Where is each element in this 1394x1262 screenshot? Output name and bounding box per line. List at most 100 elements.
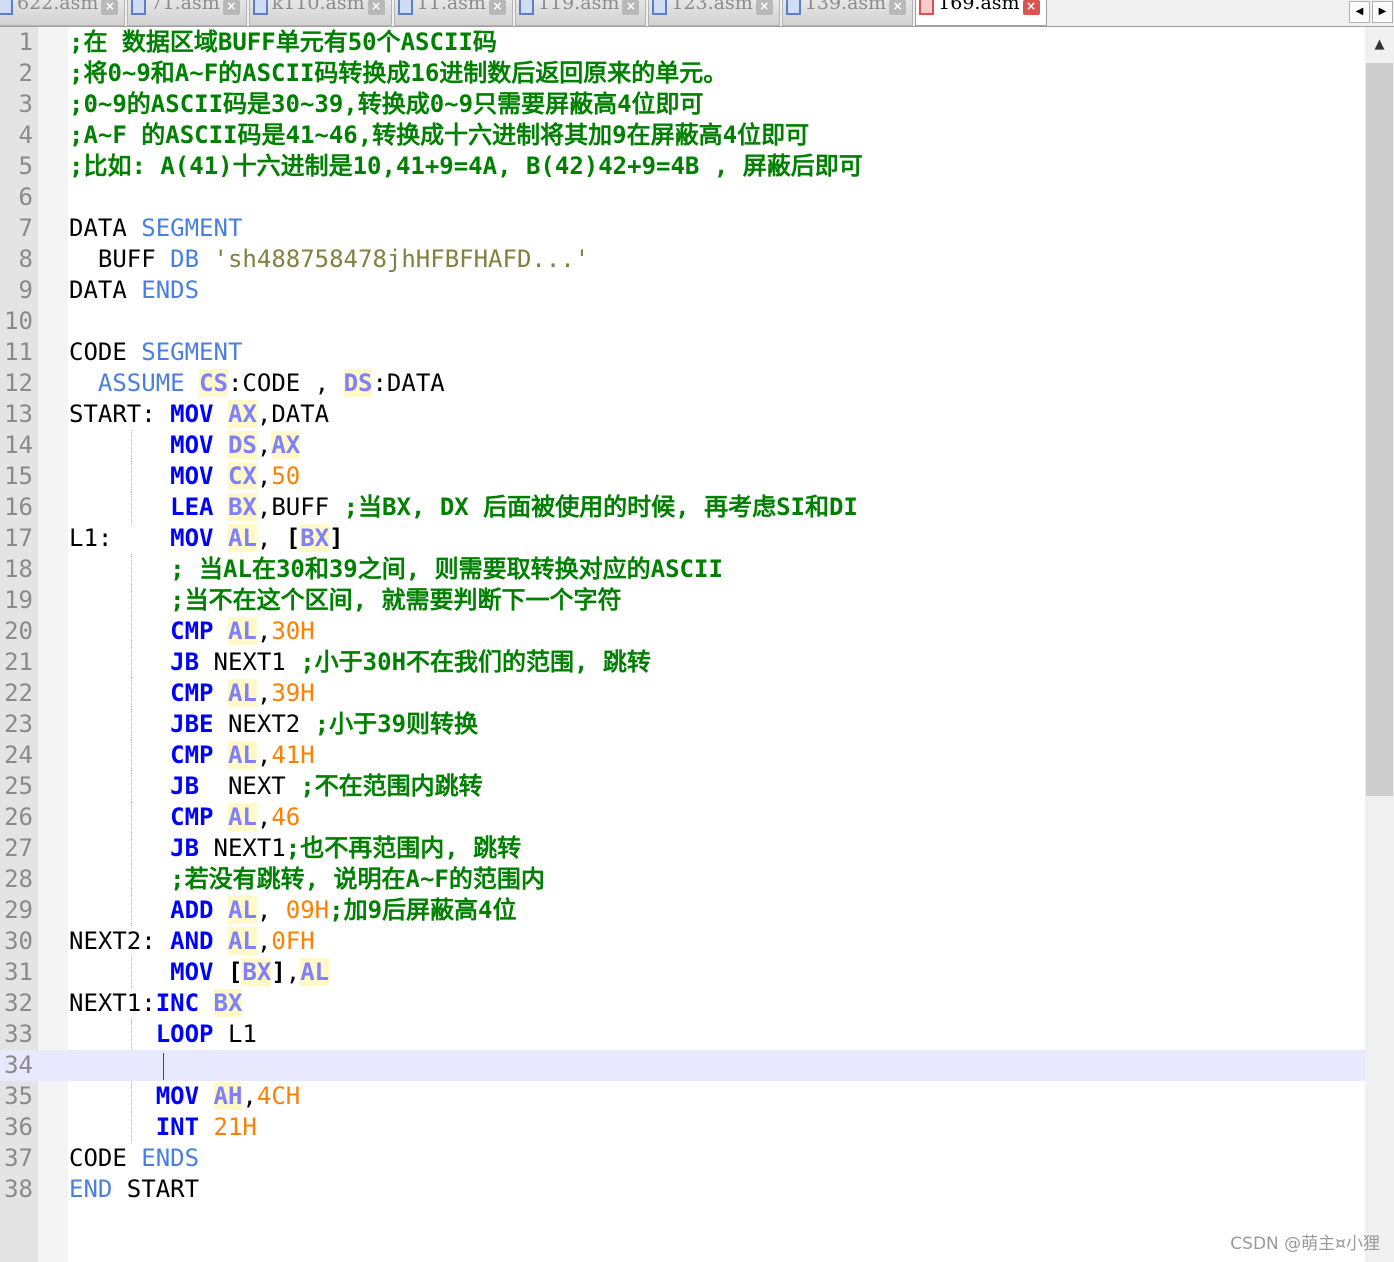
tab-4[interactable]: 119.asm × [514,0,647,26]
token: , [285,958,301,986]
tab-label: 123.asm [671,0,753,14]
token: , [256,617,272,645]
indent-guide [131,430,132,461]
line-text: ;将0~9和A~F的ASCII码转换成16进制数后返回原来的单元。 [69,58,727,89]
close-icon[interactable]: × [488,0,506,15]
scroll-up-arrow-icon[interactable]: ▲ [1365,27,1394,63]
token: ;不在范围内跳转 [300,772,483,800]
code-line[interactable]: 33 LOOP L1 [0,1019,1365,1050]
tab-scroll-left-button[interactable]: ◀ [1349,1,1370,23]
code-line[interactable]: 12 ASSUME CS:CODE , DS:DATA [0,368,1365,399]
tab-7[interactable]: 169.asm × [915,0,1047,26]
vertical-scrollbar[interactable]: ▲ [1365,27,1394,1262]
line-text: END START [69,1174,199,1205]
line-text: CMP AL,39H [69,678,315,709]
indent-guide [131,740,132,771]
code-line[interactable]: 16 LEA BX,BUFF ;当BX, DX 后面被使用的时候, 再考虑SI和… [0,492,1365,523]
line-number: 5 [18,152,33,180]
token: ;当不在这个区间, 就需要判断下一个字符 [170,586,622,614]
tab-3[interactable]: 11.asm × [393,0,513,26]
tab-5[interactable]: 123.asm × [648,0,780,26]
code-line[interactable]: 10 [0,306,1365,337]
code-line[interactable]: 11 CODE SEGMENT [0,337,1365,368]
close-icon[interactable]: × [1022,0,1040,15]
line-text: MOV CX,50 [69,461,300,492]
token: DS [227,431,257,459]
code-line[interactable]: 14 MOV DS,AX [0,430,1365,461]
tab-1[interactable]: 71.asm × [127,0,247,26]
tab-2[interactable]: k110.asm × [248,0,392,26]
indent-guide [131,647,132,678]
code-line[interactable]: 7 DATA SEGMENT [0,213,1365,244]
token: NEXT [199,772,301,800]
code-line[interactable]: 26 CMP AL,46 [0,802,1365,833]
code-line[interactable]: 29 ADD AL, 09H;加9后屏蔽高4位 [0,895,1365,926]
close-icon[interactable]: × [367,0,385,15]
tab-scroll-buttons: ◀ ▶ [1348,0,1394,24]
close-icon[interactable]: × [101,0,119,15]
tab-0[interactable]: 622.asm × [0,0,126,26]
token: CX [227,462,257,490]
code-line[interactable]: 30 NEXT2: AND AL,0FH [0,926,1365,957]
code-line[interactable]: 23 JBE NEXT2 ;小于39则转换 [0,709,1365,740]
code-line[interactable]: 34 [0,1050,1365,1081]
code-line[interactable]: 22 CMP AL,39H [0,678,1365,709]
code-line[interactable]: 37 CODE ENDS [0,1143,1365,1174]
code-line[interactable]: 13 START: MOV AX,DATA [0,399,1365,430]
close-icon[interactable]: × [222,0,240,15]
line-text: ; 当AL在30和39之间, 则需要取转换对应的ASCII [69,554,723,585]
token: 'sh488758478jhHFBFHAFD...' [213,245,590,273]
token: SEGMENT [141,214,243,242]
code-line[interactable]: 2 ;将0~9和A~F的ASCII码转换成16进制数后返回原来的单元。 [0,58,1365,89]
line-number: 15 [4,462,33,490]
code-line[interactable]: 32 NEXT1:INC BX [0,988,1365,1019]
code-line[interactable]: 6 [0,182,1365,213]
code-line[interactable]: 5 ;比如: A(41)十六进制是10,41+9=4A, B(42)42+9=4B… [0,151,1365,182]
code-line[interactable]: 1 ;在 数据区域BUFF单元有50个ASCII码 [0,27,1365,58]
code-line[interactable]: 25 JB NEXT ;不在范围内跳转 [0,771,1365,802]
token: ;比如: A(41)十六进制是10,41+9=4A, B(42)42+9=4B … [69,152,863,180]
token: ] [329,524,344,552]
code-line[interactable]: 28 ;若没有跳转, 说明在A~F的范围内 [0,864,1365,895]
code-line[interactable]: 27 JB NEXT1;也不再范围内, 跳转 [0,833,1365,864]
token: AL [227,679,257,707]
code-line[interactable]: 15 MOV CX,50 [0,461,1365,492]
code-line[interactable]: 35 MOV AH,4CH [0,1081,1365,1112]
code-line[interactable]: 8 BUFF DB 'sh488758478jhHFBFHAFD...' [0,244,1365,275]
code-line[interactable]: 3 ;0~9的ASCII码是30~39,转换成0~9只需要屏蔽高4位即可 [0,89,1365,120]
close-icon[interactable]: × [622,0,640,15]
token: START: [69,400,171,428]
scrollbar-thumb[interactable] [1366,63,1393,796]
code-line[interactable]: 4 ;A~F 的ASCII码是41~46,转换成十六进制将其加9在屏蔽高4位即可 [0,120,1365,151]
code-line[interactable]: 31 MOV [BX],AL [0,957,1365,988]
token: ] [271,958,286,986]
line-number: 27 [4,834,33,862]
code-line[interactable]: 38 END START [0,1174,1365,1205]
indent-guide [131,461,132,492]
line-number: 32 [4,989,33,1017]
code-line[interactable]: 24 CMP AL,41H [0,740,1365,771]
token: AL [227,617,257,645]
code-line[interactable]: 18 ; 当AL在30和39之间, 则需要取转换对应的ASCII [0,554,1365,585]
code-line[interactable]: 21 JB NEXT1 ;小于30H不在我们的范围, 跳转 [0,647,1365,678]
tab-6[interactable]: 139.asm × [781,0,914,26]
code-line[interactable]: 17 L1: MOV AL, [BX] [0,523,1365,554]
close-icon[interactable]: × [755,0,773,15]
tab-scroll-right-button[interactable]: ▶ [1372,1,1393,23]
token: ;0~9的ASCII码是30~39,转换成0~9只需要屏蔽高4位即可 [69,90,704,118]
close-icon[interactable]: × [889,0,907,15]
code-line[interactable]: 20 CMP AL,30H [0,616,1365,647]
code-line[interactable]: 9 DATA ENDS [0,275,1365,306]
line-text: L1: MOV AL, [BX] [69,523,344,554]
token: AH [213,1082,243,1110]
code-line[interactable]: 36 INT 21H [0,1112,1365,1143]
code-line[interactable]: 19 ;当不在这个区间, 就需要判断下一个字符 [0,585,1365,616]
